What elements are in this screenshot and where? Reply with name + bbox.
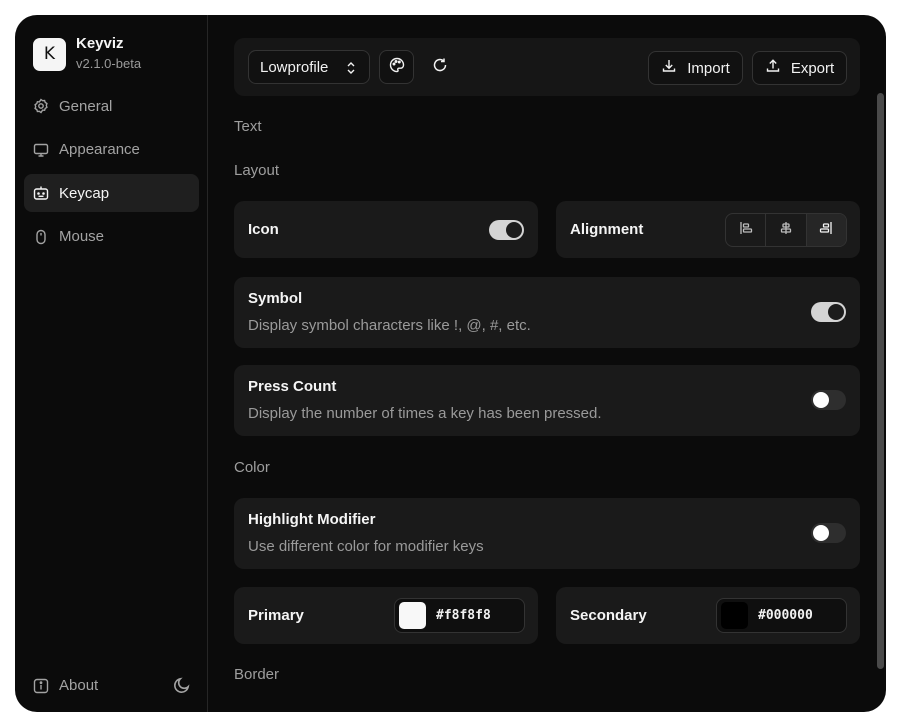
primary-color-title: Primary <box>248 607 304 624</box>
primary-color-card: Primary #f8f8f8 <box>234 587 538 644</box>
primary-color-picker[interactable]: #f8f8f8 <box>394 598 525 633</box>
sidebar-item-label: Appearance <box>59 141 140 158</box>
chevron-up-down-icon <box>343 60 359 80</box>
sidebar-item-label: General <box>59 97 113 115</box>
icon-setting-card: Icon <box>234 201 538 258</box>
sidebar-nav: General Appearance Keycap Mouse <box>24 87 199 261</box>
alignment-setting-title: Alignment <box>570 221 644 238</box>
sidebar-item-mouse[interactable]: Mouse <box>24 218 199 256</box>
download-icon <box>661 58 677 78</box>
gear-icon <box>33 98 49 114</box>
scrollbar[interactable] <box>877 93 884 669</box>
press-count-setting-card: Press Count Display the number of times … <box>234 365 860 436</box>
moon-icon[interactable] <box>173 676 191 694</box>
toolbar: Lowprofile Import Export <box>234 38 860 96</box>
upload-icon <box>765 58 781 78</box>
export-button[interactable]: Export <box>752 51 847 85</box>
profile-select-value: Lowprofile <box>260 58 329 76</box>
secondary-color-card: Secondary #000000 <box>556 587 860 644</box>
profile-select[interactable]: Lowprofile <box>248 50 370 84</box>
highlight-modifier-setting-card: Highlight Modifier Use different color f… <box>234 498 860 569</box>
highlight-modifier-setting-title: Highlight Modifier <box>248 511 376 528</box>
highlight-modifier-toggle[interactable] <box>811 523 846 543</box>
mouse-icon <box>33 229 49 245</box>
sidebar: K Keyviz v2.1.0-beta General Appearance <box>15 15 208 712</box>
app-version: v2.1.0-beta <box>76 56 142 71</box>
section-text[interactable]: Text <box>234 118 262 135</box>
info-icon <box>33 678 49 694</box>
keycap-icon <box>33 185 49 201</box>
align-center-icon <box>778 220 794 241</box>
import-label: Import <box>687 59 730 77</box>
section-layout: Layout <box>234 162 280 179</box>
app-window: K Keyviz v2.1.0-beta General Appearance <box>15 15 886 712</box>
sidebar-item-general[interactable]: General <box>24 87 199 125</box>
alignment-segmented-control <box>725 213 847 247</box>
alignment-setting-card: Alignment <box>556 201 860 258</box>
palette-icon <box>389 57 405 77</box>
import-button[interactable]: Import <box>648 51 743 85</box>
refresh-icon <box>432 57 448 77</box>
palette-button[interactable] <box>379 50 414 84</box>
symbol-setting-description: Display symbol characters like !, @, #, … <box>248 317 531 334</box>
align-right-icon <box>818 220 834 241</box>
sidebar-item-label: Mouse <box>59 228 105 245</box>
main-panel: Lowprofile Import Export Text Layout Ico… <box>208 15 886 712</box>
secondary-color-title: Secondary <box>570 607 647 624</box>
secondary-color-picker[interactable]: #000000 <box>716 598 847 633</box>
section-color: Color <box>234 459 270 476</box>
press-count-toggle[interactable] <box>811 390 846 410</box>
symbol-setting-card: Symbol Display symbol characters like !,… <box>234 277 860 348</box>
icon-setting-title: Icon <box>248 221 279 238</box>
press-count-setting-title: Press Count <box>248 378 337 395</box>
secondary-color-swatch <box>721 602 748 629</box>
monitor-icon <box>33 142 49 158</box>
primary-color-value: #f8f8f8 <box>436 608 491 623</box>
primary-color-swatch <box>399 602 426 629</box>
secondary-color-value: #000000 <box>758 608 813 623</box>
press-count-setting-description: Display the number of times a key has be… <box>248 405 602 422</box>
section-border: Border <box>234 666 280 683</box>
sidebar-item-keycap[interactable]: Keycap <box>24 174 199 212</box>
export-label: Export <box>790 59 835 77</box>
app-name: Keyviz <box>76 35 124 52</box>
brand: K Keyviz v2.1.0-beta <box>33 35 141 73</box>
align-center-button[interactable] <box>766 214 807 246</box>
highlight-modifier-setting-description: Use different color for modifier keys <box>248 538 484 555</box>
sidebar-item-appearance[interactable]: Appearance <box>24 131 199 169</box>
app-logo: K <box>33 37 66 71</box>
align-left-button[interactable] <box>726 214 767 246</box>
align-left-icon <box>738 220 754 241</box>
about-label: About <box>59 677 99 694</box>
reset-button[interactable] <box>424 50 456 84</box>
align-right-button[interactable] <box>806 214 846 246</box>
symbol-setting-title: Symbol <box>248 290 303 307</box>
sidebar-item-label: Keycap <box>59 184 110 202</box>
icon-toggle[interactable] <box>489 220 524 240</box>
sidebar-item-about[interactable]: About <box>33 677 98 694</box>
symbol-toggle[interactable] <box>811 302 846 322</box>
